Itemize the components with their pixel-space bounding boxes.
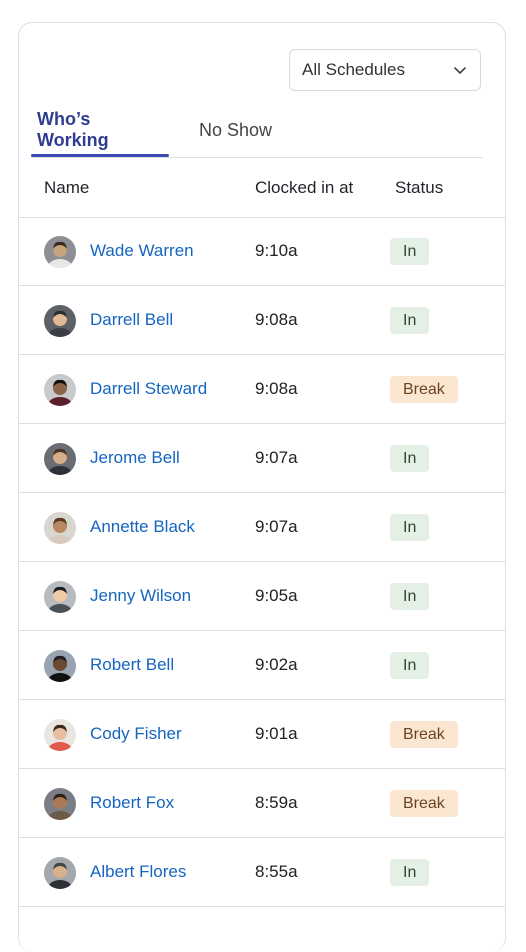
clocked-in-time: 9:08a [255,379,298,398]
column-header-name: Name [44,178,90,197]
table-row: Darrell Steward 9:08a Break [19,355,505,424]
tab-bar: Who’s Working No Show [31,105,483,158]
column-header-status: Status [395,178,444,197]
employee-name-link[interactable]: Wade Warren [90,241,194,261]
avatar [44,305,76,337]
avatar [44,581,76,613]
clocked-in-time: 9:08a [255,310,298,329]
status-badge: In [390,238,430,265]
avatar [44,512,76,544]
clocked-in-time: 9:07a [255,517,298,536]
employee-name-link[interactable]: Annette Black [90,517,195,537]
avatar [44,788,76,820]
clocked-in-time: 9:10a [255,241,298,260]
employee-name-link[interactable]: Robert Bell [90,655,174,675]
employee-name-link[interactable]: Darrell Bell [90,310,173,330]
table-row: Robert Bell 9:02a In [19,631,505,700]
status-badge: In [390,514,430,541]
status-badge: In [390,445,430,472]
status-badge: In [390,652,430,679]
table-row: Wade Warren 9:10a In [19,217,505,286]
status-badge: Break [390,721,458,748]
employee-name-link[interactable]: Jenny Wilson [90,586,191,606]
tab-no-show[interactable]: No Show [193,105,278,155]
table-row: Jerome Bell 9:07a In [19,424,505,493]
employee-name-link[interactable]: Cody Fisher [90,724,182,744]
status-badge: In [390,583,430,610]
schedule-filter-value: All Schedules [302,60,406,79]
table-row: Jenny Wilson 9:05a In [19,562,505,631]
table-row: Darrell Bell 9:08a In [19,286,505,355]
status-badge: Break [390,376,458,403]
employee-name-link[interactable]: Jerome Bell [90,448,180,468]
table-row: Annette Black 9:07a In [19,493,505,562]
status-badge: Break [390,790,458,817]
chevron-down-icon [454,67,466,74]
clocked-in-time: 9:02a [255,655,298,674]
column-header-clocked-in: Clocked in at [255,178,354,197]
tab-whos-working[interactable]: Who’s Working [31,105,169,157]
clocked-in-time: 9:05a [255,586,298,605]
schedule-filter-select[interactable]: All Schedules [289,49,481,91]
avatar [44,374,76,406]
whos-working-card: All Schedules Who’s Working No Show Name… [18,22,506,952]
avatar [44,719,76,751]
table-row: Cody Fisher 9:01a Break [19,700,505,769]
clocked-in-time: 9:07a [255,448,298,467]
status-badge: In [390,859,430,886]
avatar [44,857,76,889]
clocked-in-time: 9:01a [255,724,298,743]
table-row: Robert Fox 8:59a Break [19,769,505,838]
employee-name-link[interactable]: Albert Flores [90,862,186,882]
clocked-in-time: 8:55a [255,862,298,881]
table-header: Name Clocked in at Status [19,157,505,218]
clocked-in-time: 8:59a [255,793,298,812]
status-badge: In [390,307,430,334]
employee-name-link[interactable]: Darrell Steward [90,379,207,399]
avatar [44,443,76,475]
avatar [44,650,76,682]
avatar [44,236,76,268]
employee-name-link[interactable]: Robert Fox [90,793,174,813]
table-row: Albert Flores 8:55a In [19,838,505,907]
